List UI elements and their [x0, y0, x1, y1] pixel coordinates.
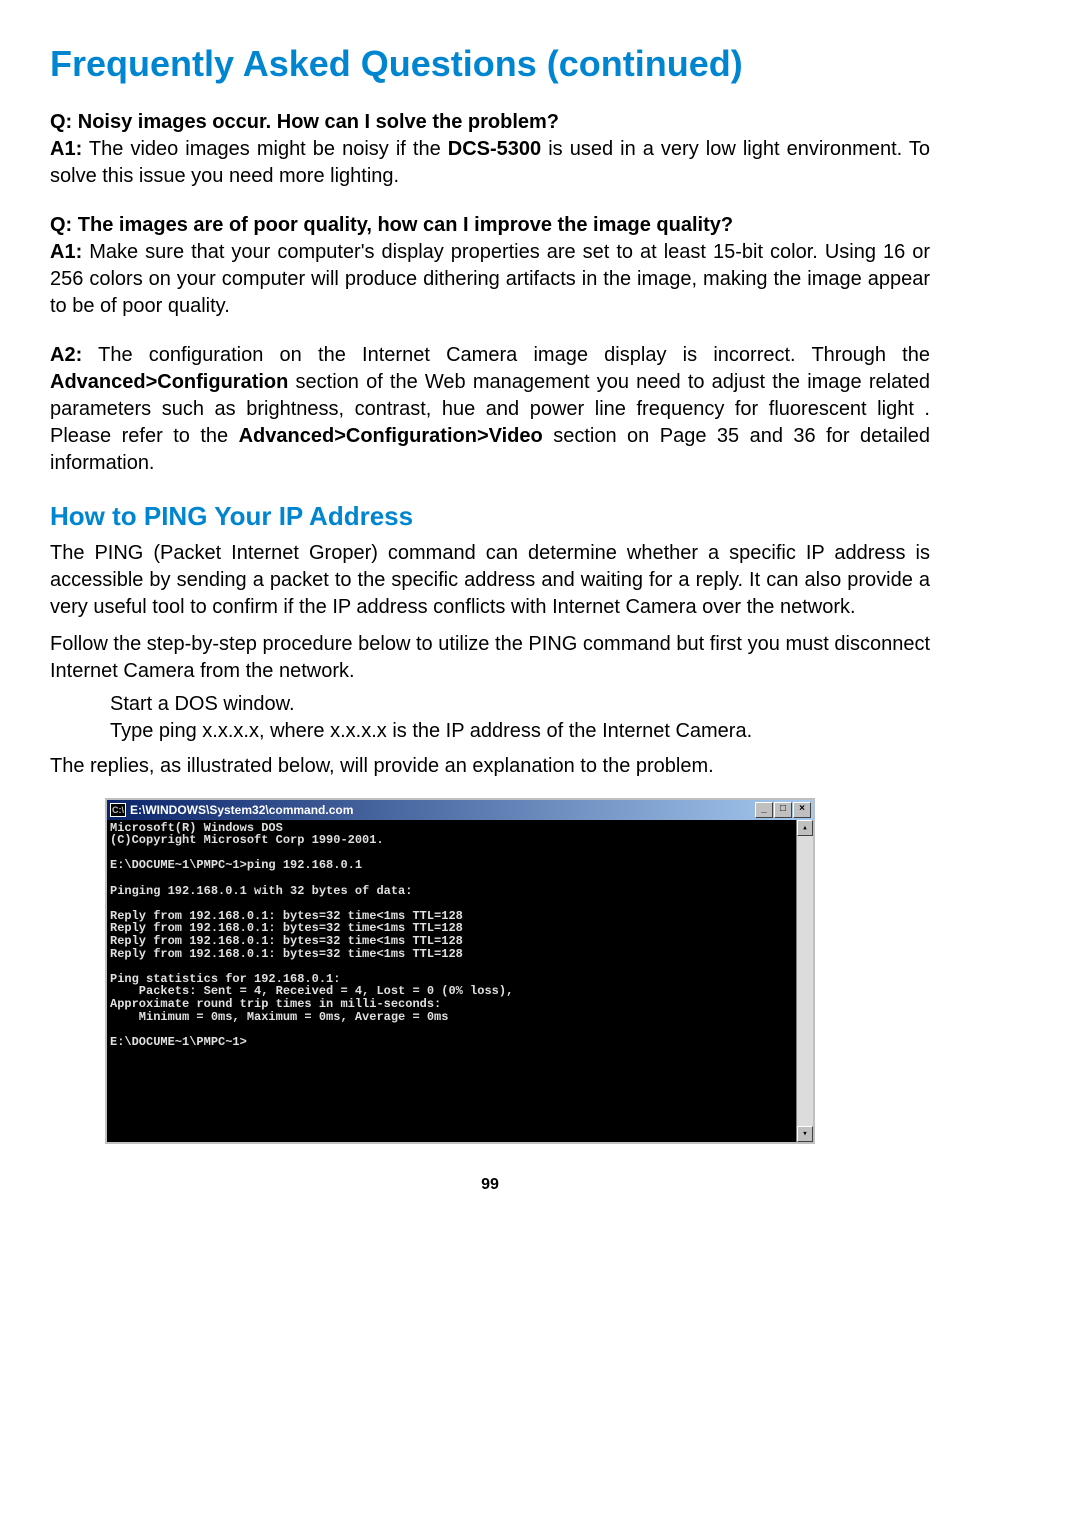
- step-2: Type ping x.x.x.x, where x.x.x.x is the …: [110, 718, 930, 745]
- faq-question-1: Q: Noisy images occur. How can I solve t…: [50, 109, 930, 136]
- paragraph: Follow the step-by-step procedure below …: [50, 631, 930, 685]
- window-title: E:\WINDOWS\System32\command.com: [130, 802, 755, 818]
- answer-text: The configuration on the Internet Camera…: [82, 344, 930, 366]
- answer-label: A1:: [50, 138, 82, 160]
- console-body: Microsoft(R) Windows DOS (C)Copyright Mi…: [107, 820, 813, 1142]
- answer-label: A1:: [50, 241, 82, 263]
- answer-label: A2:: [50, 344, 82, 366]
- scroll-up-button[interactable]: ▴: [797, 820, 813, 836]
- page-title: Frequently Asked Questions (continued): [50, 40, 930, 89]
- faq-answer-2a: A1: Make sure that your computer's displ…: [50, 239, 930, 320]
- window-titlebar: C:\ E:\WINDOWS\System32\command.com _ □ …: [107, 800, 813, 820]
- command-prompt-icon: C:\: [110, 803, 126, 817]
- faq-answer-1: A1: The video images might be noisy if t…: [50, 136, 930, 190]
- maximize-button[interactable]: □: [774, 802, 792, 818]
- console-output: Microsoft(R) Windows DOS (C)Copyright Mi…: [107, 820, 796, 1142]
- faq-answer-2b: A2: The configuration on the Internet Ca…: [50, 342, 930, 477]
- paragraph: The replies, as illustrated below, will …: [50, 753, 930, 780]
- step-1: Start a DOS window.: [110, 691, 930, 718]
- paragraph: The PING (Packet Internet Groper) comman…: [50, 540, 930, 621]
- answer-text: The video images might be noisy if the: [82, 138, 448, 160]
- minimize-button[interactable]: _: [755, 802, 773, 818]
- scroll-down-button[interactable]: ▾: [797, 1126, 813, 1142]
- answer-text: Make sure that your computer's display p…: [50, 241, 930, 317]
- menu-path: Advanced>Configuration: [50, 371, 288, 393]
- dos-window: C:\ E:\WINDOWS\System32\command.com _ □ …: [105, 798, 815, 1144]
- page-number: 99: [50, 1174, 930, 1196]
- scrollbar[interactable]: ▴ ▾: [796, 820, 813, 1142]
- product-model: DCS-5300: [448, 138, 541, 160]
- close-button[interactable]: ×: [793, 802, 811, 818]
- menu-path: Advanced>Configuration>Video: [239, 425, 543, 447]
- faq-question-2: Q: The images are of poor quality, how c…: [50, 212, 930, 239]
- section-heading-ping: How to PING Your IP Address: [50, 499, 930, 534]
